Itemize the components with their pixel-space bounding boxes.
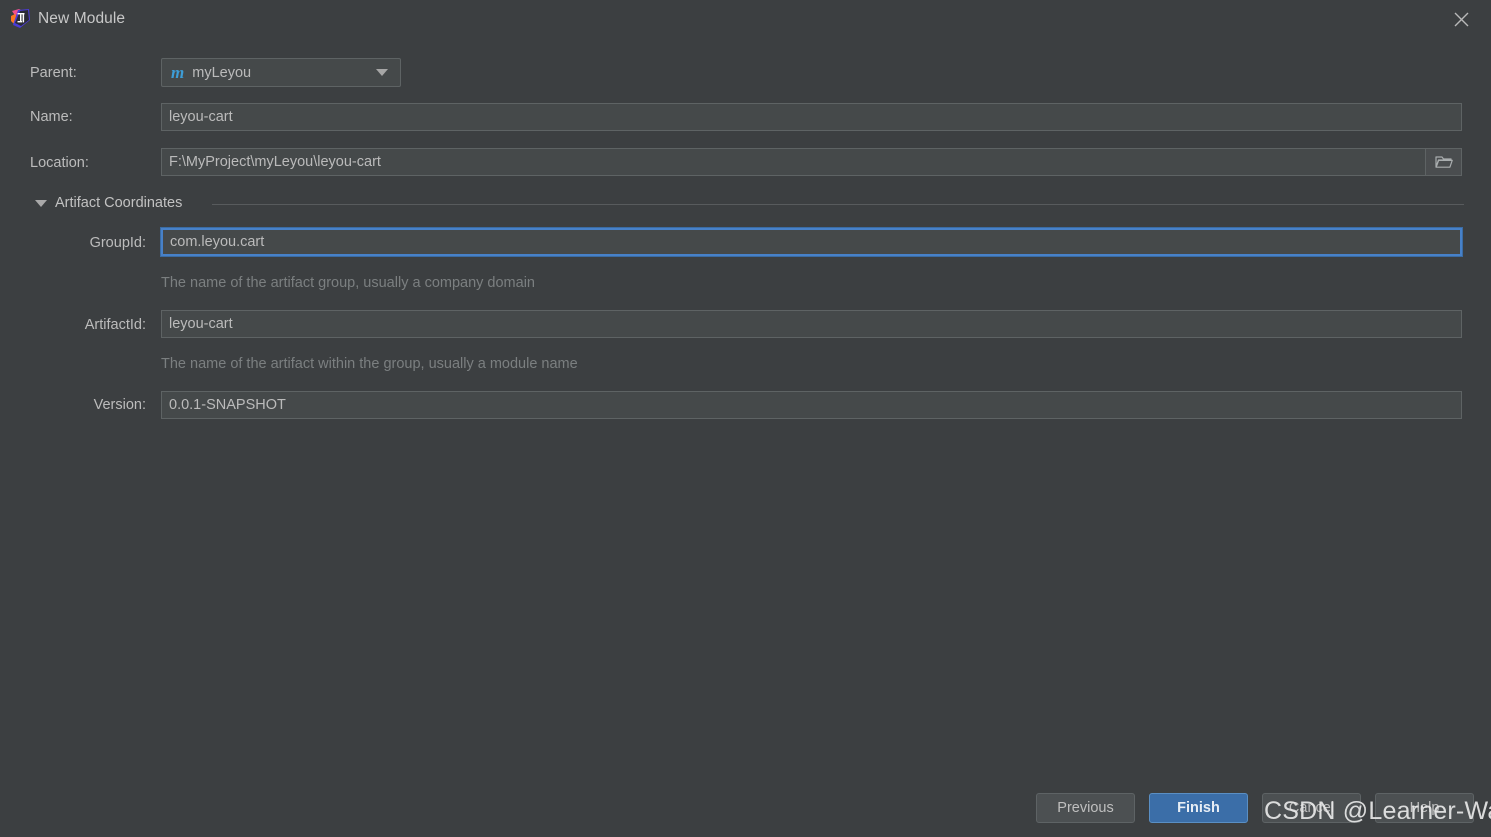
artifactid-label: ArtifactId: <box>84 317 146 333</box>
dialog-title: New Module <box>38 10 126 27</box>
maven-module-icon: m <box>171 63 185 82</box>
artifact-coordinates-label: Artifact Coordinates <box>55 195 183 211</box>
groupid-label: GroupId: <box>89 235 146 251</box>
help-button[interactable]: Help <box>1375 793 1474 823</box>
close-icon[interactable] <box>1439 2 1483 36</box>
triangle-down-icon <box>35 199 47 207</box>
parent-combobox[interactable]: m myLeyou <box>161 58 401 87</box>
previous-button[interactable]: Previous <box>1036 793 1135 823</box>
folder-icon[interactable] <box>1426 148 1462 176</box>
version-label: Version: <box>93 397 146 413</box>
location-label: Location: <box>30 155 89 171</box>
artifactid-hint: The name of the artifact within the grou… <box>161 356 578 372</box>
finish-button[interactable]: Finish <box>1149 793 1248 823</box>
name-input[interactable]: leyou-cart <box>161 103 1462 131</box>
version-input[interactable]: 0.0.1-SNAPSHOT <box>161 391 1462 419</box>
artifact-coordinates-toggle[interactable]: Artifact Coordinates <box>35 195 182 211</box>
location-input[interactable]: F:\MyProject\myLeyou\leyou-cart <box>161 148 1426 176</box>
cancel-button[interactable]: Cancel <box>1262 793 1361 823</box>
section-separator <box>212 204 1464 205</box>
groupid-input[interactable]: com.leyou.cart <box>161 228 1462 256</box>
name-label: Name: <box>30 109 73 125</box>
intellij-idea-icon <box>10 8 31 29</box>
artifactid-input[interactable]: leyou-cart <box>161 310 1462 338</box>
dialog-titlebar: New Module <box>0 0 1491 38</box>
parent-label: Parent: <box>30 65 77 81</box>
chevron-down-icon <box>376 69 388 76</box>
parent-value: myLeyou <box>192 64 252 81</box>
groupid-hint: The name of the artifact group, usually … <box>161 275 535 291</box>
